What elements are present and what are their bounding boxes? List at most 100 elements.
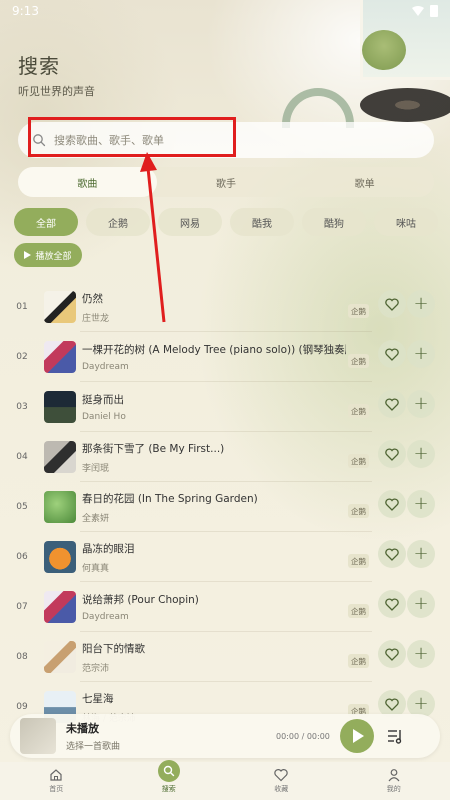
now-playing-subtitle: 选择一首歌曲: [66, 742, 121, 752]
song-index: 05: [16, 502, 28, 512]
add-to-playlist-button[interactable]: +: [407, 490, 435, 518]
plus-icon: +: [413, 593, 429, 614]
heart-icon: [385, 397, 399, 411]
heart-icon: [385, 447, 399, 461]
song-title: 七星海: [82, 692, 114, 705]
song-artist: 全素妍: [82, 513, 110, 524]
song-row[interactable]: 05 春日的花园 (In The Spring Garden) 全素妍 企鹅 +: [0, 482, 450, 532]
source-tab-kuwo[interactable]: 酷我: [230, 208, 294, 236]
play-all-label: 播放全部: [35, 251, 72, 262]
song-index: 04: [16, 452, 28, 462]
search-input[interactable]: [54, 133, 434, 147]
tab-singers[interactable]: 歌手: [157, 167, 296, 197]
favorite-button[interactable]: [378, 490, 406, 518]
song-artist: Daydream: [82, 612, 129, 622]
status-time: 9:13: [12, 4, 39, 18]
favorite-button[interactable]: [378, 590, 406, 618]
plus-icon: +: [413, 293, 429, 314]
add-to-playlist-button[interactable]: +: [407, 290, 435, 318]
search-type-tabs: 歌曲 歌手 歌单: [18, 167, 434, 197]
song-row[interactable]: 03 挺身而出 Daniel Ho 企鹅 +: [0, 382, 450, 432]
song-title: 阳台下的情歌: [82, 642, 145, 655]
add-to-playlist-button[interactable]: +: [407, 540, 435, 568]
song-title: 挺身而出: [82, 394, 124, 406]
add-to-playlist-button[interactable]: +: [407, 440, 435, 468]
song-title: 仍然: [82, 292, 103, 305]
heart-icon: [385, 597, 399, 611]
song-title: 说给萧邦 (Pour Chopin): [82, 594, 199, 606]
add-to-playlist-button[interactable]: +: [407, 390, 435, 418]
battery-icon: [430, 5, 438, 17]
heart-icon: [385, 647, 399, 661]
favorite-button[interactable]: [378, 390, 406, 418]
play-icon: [353, 729, 364, 743]
source-badge: 企鹅: [348, 504, 369, 518]
tab-songs[interactable]: 歌曲: [18, 167, 157, 197]
plus-icon: +: [413, 643, 429, 664]
heart-icon: [385, 697, 399, 711]
song-artist: 李闰珉: [82, 463, 110, 474]
song-row[interactable]: 08 阳台下的情歌 范宗沛 企鹅 +: [0, 632, 450, 682]
status-icons: [412, 5, 438, 17]
source-tab-all[interactable]: 全部: [14, 208, 78, 236]
favorite-button[interactable]: [378, 290, 406, 318]
song-index: 06: [16, 552, 28, 562]
source-badge: 企鹅: [348, 404, 369, 418]
wifi-icon: [412, 6, 424, 16]
add-to-playlist-button[interactable]: +: [407, 340, 435, 368]
source-tab-migu[interactable]: 咪咕: [374, 208, 438, 236]
play-button[interactable]: [340, 719, 374, 753]
heart-icon: [385, 347, 399, 361]
plus-icon: +: [413, 543, 429, 564]
nav-favorites[interactable]: 收藏: [225, 762, 338, 800]
favorite-button[interactable]: [378, 440, 406, 468]
nav-home[interactable]: 首页: [0, 762, 113, 800]
album-cover: [44, 291, 76, 323]
song-title: 晶冻的眼泪: [82, 542, 135, 555]
nav-profile-label: 我的: [386, 785, 401, 793]
add-to-playlist-button[interactable]: +: [407, 590, 435, 618]
song-index: 01: [16, 302, 28, 312]
search-icon: [157, 760, 180, 782]
source-badge: 企鹅: [348, 654, 369, 668]
song-row[interactable]: 01 仍然 庄世龙 企鹅 +: [0, 282, 450, 332]
favorite-button[interactable]: [378, 640, 406, 668]
album-cover: [44, 541, 76, 573]
mini-player[interactable]: 未播放 选择一首歌曲 00:00 / 00:00: [10, 714, 440, 758]
song-row[interactable]: 02 一棵开花的树 (A Melody Tree (piano solo)) (…: [0, 332, 450, 382]
song-row[interactable]: 07 说给萧邦 (Pour Chopin) Daydream 企鹅 +: [0, 582, 450, 632]
song-list: 01 仍然 庄世龙 企鹅 + 02 一棵开花的树 (A Melody Tree …: [0, 282, 450, 732]
search-bar[interactable]: [18, 122, 434, 158]
nav-profile[interactable]: 我的: [338, 762, 450, 800]
heart-icon: [385, 297, 399, 311]
song-index: 09: [16, 702, 28, 712]
heart-icon: [385, 547, 399, 561]
nav-search[interactable]: 搜索: [113, 760, 226, 800]
song-index: 02: [16, 352, 28, 362]
search-icon: [33, 134, 46, 147]
add-to-playlist-button[interactable]: +: [407, 640, 435, 668]
song-title: 那条街下雪了 (Be My First...): [82, 442, 225, 455]
album-cover: [44, 341, 76, 373]
favorite-button[interactable]: [378, 540, 406, 568]
status-bar: 9:13: [0, 0, 450, 22]
source-tab-netease[interactable]: 网易: [158, 208, 222, 236]
playlist-icon[interactable]: [386, 727, 404, 745]
nav-favorites-label: 收藏: [274, 785, 289, 793]
now-playing-title: 未播放: [66, 722, 99, 735]
nav-search-label: 搜索: [161, 785, 176, 793]
song-row[interactable]: 04 那条街下雪了 (Be My First...) 李闰珉 企鹅 +: [0, 432, 450, 482]
song-row[interactable]: 06 晶冻的眼泪 何真真 企鹅 +: [0, 532, 450, 582]
song-title: 一棵开花的树 (A Melody Tree (piano solo)) (钢琴独…: [82, 344, 346, 356]
page-subtitle: 听见世界的声音: [18, 85, 95, 98]
source-tab-kugou[interactable]: 酷狗: [302, 208, 366, 236]
play-all-button[interactable]: 播放全部: [14, 243, 82, 267]
source-badge: 企鹅: [348, 554, 369, 568]
tab-playlists[interactable]: 歌单: [295, 167, 434, 197]
source-tab-qq[interactable]: 企鹅: [86, 208, 150, 236]
source-badge: 企鹅: [348, 354, 369, 368]
song-index: 08: [16, 652, 28, 662]
plus-icon: +: [413, 443, 429, 464]
heart-icon: [274, 769, 288, 782]
favorite-button[interactable]: [378, 340, 406, 368]
